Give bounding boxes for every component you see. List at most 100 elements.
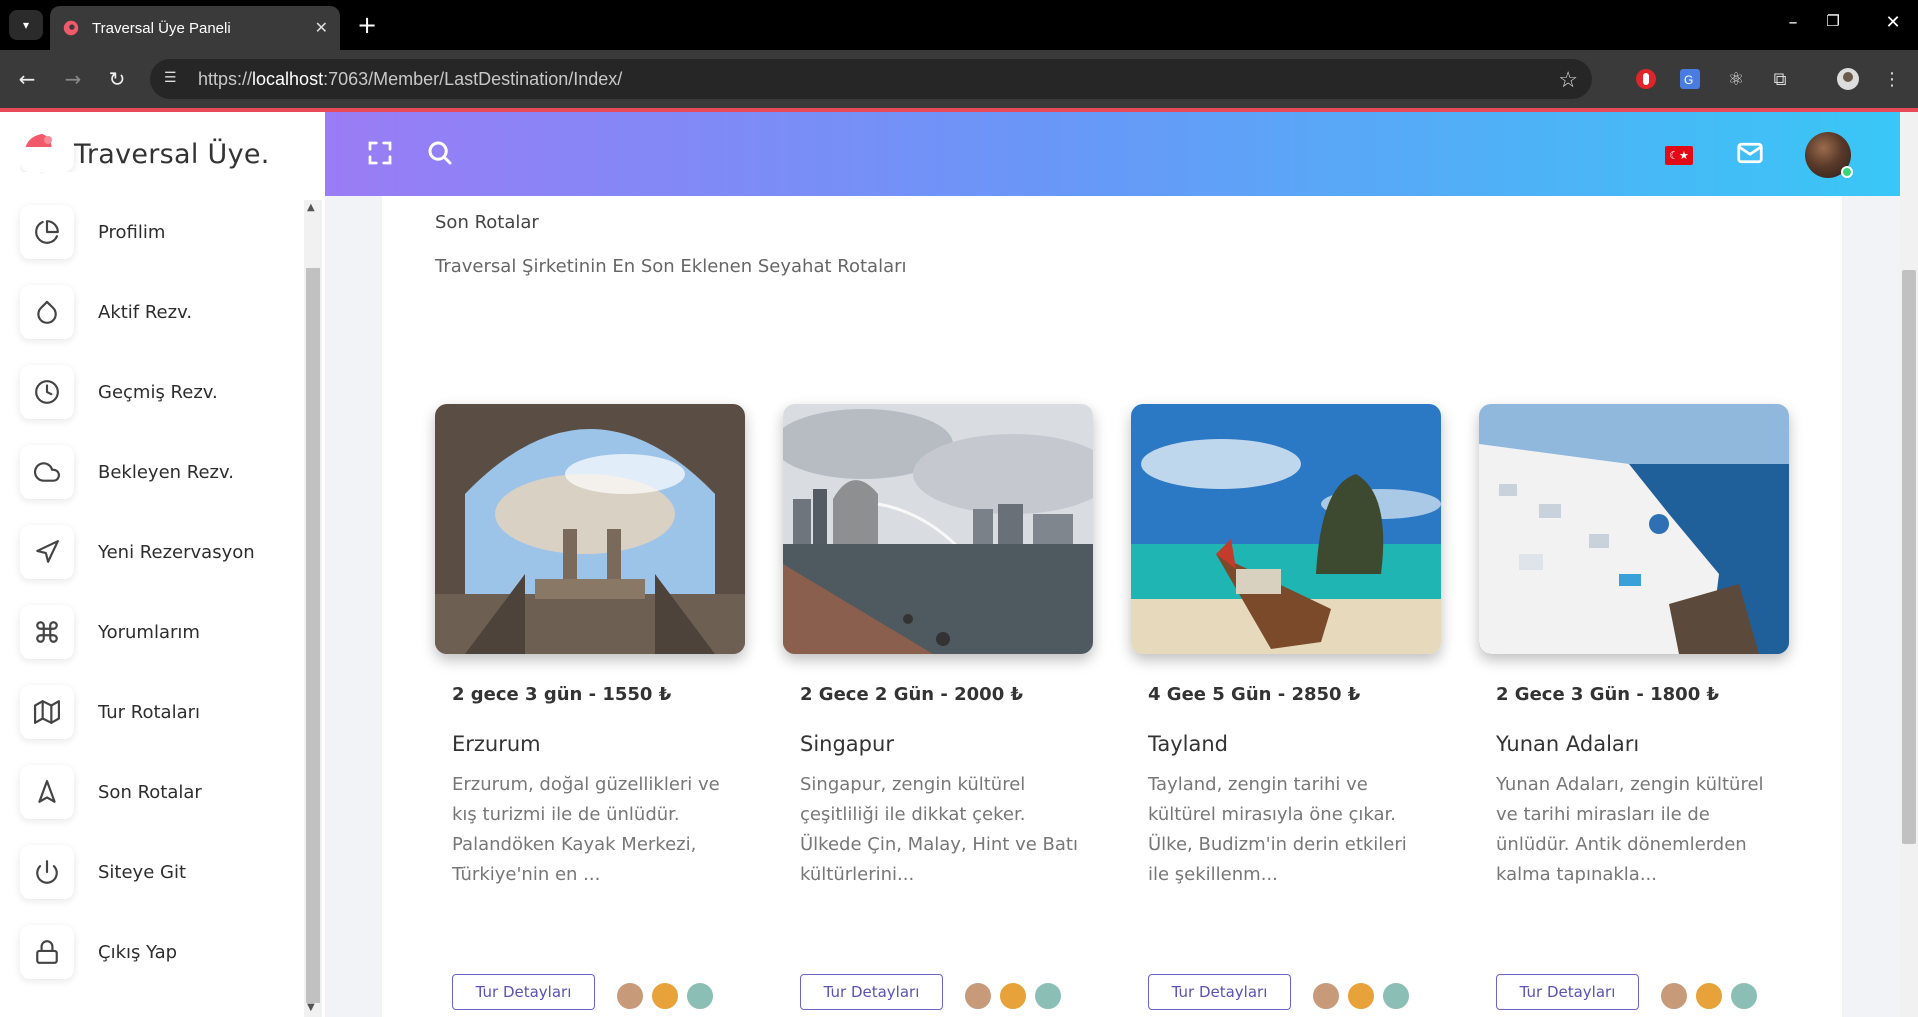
tour-name: Tayland [1148, 732, 1228, 756]
sidebar-item-label: Yeni Rezervasyon [98, 541, 255, 563]
avatar[interactable] [1311, 981, 1341, 1011]
main-card: Son Rotalar Traversal Şirketinin En Son … [382, 196, 1842, 1017]
sidebar-item-label: Geçmiş Rezv. [98, 381, 218, 403]
tour-image [435, 404, 745, 654]
tour-details-button[interactable]: Tur Detayları [452, 974, 595, 1010]
tour-price: 2 gece 3 gün - 1550 ₺ [452, 684, 672, 705]
bookmark-star-icon[interactable]: ☆ [1558, 67, 1578, 93]
page-scrollbar-thumb[interactable] [1902, 270, 1916, 844]
sidebar-item-last-routes[interactable]: Son Rotalar [20, 762, 300, 822]
tour-description: Singapur, zengin kültürel çeşitliliği il… [800, 774, 1078, 885]
avatar-group [615, 981, 720, 1011]
sidebar-scrollbar-thumb[interactable] [306, 268, 320, 1003]
mail-icon[interactable] [1735, 138, 1765, 168]
sidebar-item-label: Profilim [98, 221, 166, 243]
tour-description: Tayland, zengin tarihi ve kültürel miras… [1148, 774, 1407, 885]
browser-tab-bar: ▾ Traversal Üye Paneli ✕ + – ❐ ✕ [0, 0, 1918, 50]
reload-icon[interactable]: ↻ [102, 64, 132, 94]
turkish-flag-icon[interactable]: ☾★ [1665, 146, 1693, 165]
droplet-icon [20, 285, 74, 339]
back-icon[interactable]: ← [12, 64, 42, 94]
sidebar-item-label: Aktif Rezv. [98, 301, 193, 323]
tour-description: Erzurum, doğal güzellikleri ve kış turiz… [452, 774, 720, 885]
sidebar-item-partial [20, 147, 300, 172]
sidebar-item-my-comments[interactable]: Yorumlarım [20, 602, 300, 662]
flag-symbol: ☾★ [1669, 149, 1689, 162]
sidebar-item-label: Son Rotalar [98, 781, 202, 803]
avatar[interactable] [1033, 981, 1063, 1011]
sidebar-item-profile[interactable]: Profilim [20, 202, 300, 262]
forward-icon[interactable]: → [58, 64, 88, 94]
navigation-icon [20, 765, 74, 819]
address-bar[interactable]: ☰ https://localhost:7063/Member/LastDest… [150, 59, 1592, 99]
search-icon[interactable] [425, 138, 455, 168]
site-info-icon[interactable]: ☰ [164, 69, 184, 89]
avatar-group [963, 981, 1068, 1011]
browser-tab[interactable]: Traversal Üye Paneli ✕ [50, 6, 340, 50]
tour-description: Yunan Adaları, zengin kültürel ve tarihi… [1496, 774, 1764, 885]
tour-details-button[interactable]: Tur Detayları [1496, 974, 1639, 1010]
fullscreen-icon[interactable] [365, 138, 395, 168]
command-icon [20, 605, 74, 659]
avatar[interactable] [998, 981, 1028, 1011]
sidebar-item-label: Tur Rotaları [98, 701, 201, 723]
restore-icon[interactable]: ❐ [1818, 12, 1848, 30]
tour-price: 2 Gece 3 Gün - 1800 ₺ [1496, 684, 1720, 705]
sidebar-scroll-up-icon[interactable]: ▲ [307, 202, 315, 213]
tour-card: 2 Gece 3 Gün - 1800 ₺ Yunan Adaları Yuna… [1479, 404, 1789, 1011]
tab-search-button[interactable]: ▾ [9, 10, 43, 40]
tour-details-button[interactable]: Tur Detayları [1148, 974, 1291, 1010]
avatar-group [1659, 981, 1764, 1011]
sidebar-item-label: Çıkış Yap [98, 941, 178, 963]
profile-avatar-icon[interactable] [1834, 65, 1862, 93]
extension-red-icon[interactable] [1632, 65, 1660, 93]
sidebar-item-active-reservations[interactable]: Aktif Rezv. [20, 282, 300, 342]
send-icon [20, 525, 74, 579]
react-devtools-icon[interactable]: ⚛ [1722, 65, 1750, 93]
url-prefix: https:// [198, 68, 253, 89]
favicon-icon [63, 20, 79, 36]
avatar[interactable] [1346, 981, 1376, 1011]
sidebar-item-label: Siteye Git [98, 861, 187, 883]
pie-chart-icon [20, 205, 74, 259]
sidebar-item-logout[interactable]: Çıkış Yap [20, 922, 300, 982]
tour-card: 2 Gece 2 Gün - 2000 ₺ Singapur Singapur,… [783, 404, 1093, 1011]
avatar[interactable] [615, 981, 645, 1011]
avatar[interactable] [963, 981, 993, 1011]
avatar[interactable] [1659, 981, 1689, 1011]
extensions-puzzle-icon[interactable]: ⧉ [1766, 65, 1794, 93]
page-title: Son Rotalar [435, 212, 539, 233]
tour-name: Yunan Adaları [1496, 732, 1640, 756]
translate-extension-icon[interactable]: G [1676, 65, 1704, 93]
avatar[interactable] [1694, 981, 1724, 1011]
avatar[interactable] [1381, 981, 1411, 1011]
sidebar-item-new-reservation[interactable]: Yeni Rezervasyon [20, 522, 300, 582]
minimize-icon[interactable]: – [1778, 12, 1808, 33]
sidebar-item-label: Bekleyen Rezv. [98, 461, 234, 483]
cloud-icon [20, 445, 74, 499]
browser-menu-icon[interactable]: ⋮ [1878, 65, 1906, 93]
sidebar: Traversal Üye. Profilim Aktif Rezv. Geçm… [0, 112, 325, 1017]
avatar-group [1311, 981, 1416, 1011]
avatar[interactable] [1729, 981, 1759, 1011]
avatar[interactable] [685, 981, 715, 1011]
lock-icon [20, 925, 74, 979]
tab-close-icon[interactable]: ✕ [315, 18, 328, 38]
sidebar-item-pending-reservations[interactable]: Bekleyen Rezv. [20, 442, 300, 502]
sidebar-item-go-to-site[interactable]: Siteye Git [20, 842, 300, 902]
browser-toolbar: ← → ↻ ☰ https://localhost:7063/Member/La… [0, 50, 1918, 108]
avatar[interactable] [650, 981, 680, 1011]
tour-price: 2 Gece 2 Gün - 2000 ₺ [800, 684, 1024, 705]
online-status-dot [1841, 166, 1853, 178]
tour-price: 4 Gee 5 Gün - 2850 ₺ [1148, 684, 1361, 705]
sidebar-item-tour-routes[interactable]: Tur Rotaları [20, 682, 300, 742]
window-close-icon[interactable]: ✕ [1878, 12, 1908, 33]
tour-details-button[interactable]: Tur Detayları [800, 974, 943, 1010]
tour-card: 4 Gee 5 Gün - 2850 ₺ Tayland Tayland, ze… [1131, 404, 1441, 1011]
sidebar-scroll-down-icon[interactable]: ▼ [307, 1002, 315, 1013]
power-icon [20, 845, 74, 899]
sidebar-item-past-reservations[interactable]: Geçmiş Rezv. [20, 362, 300, 422]
url-path: :7063/Member/LastDestination/Index/ [323, 68, 623, 89]
tour-name: Singapur [800, 732, 894, 756]
new-tab-button[interactable]: + [352, 10, 382, 40]
